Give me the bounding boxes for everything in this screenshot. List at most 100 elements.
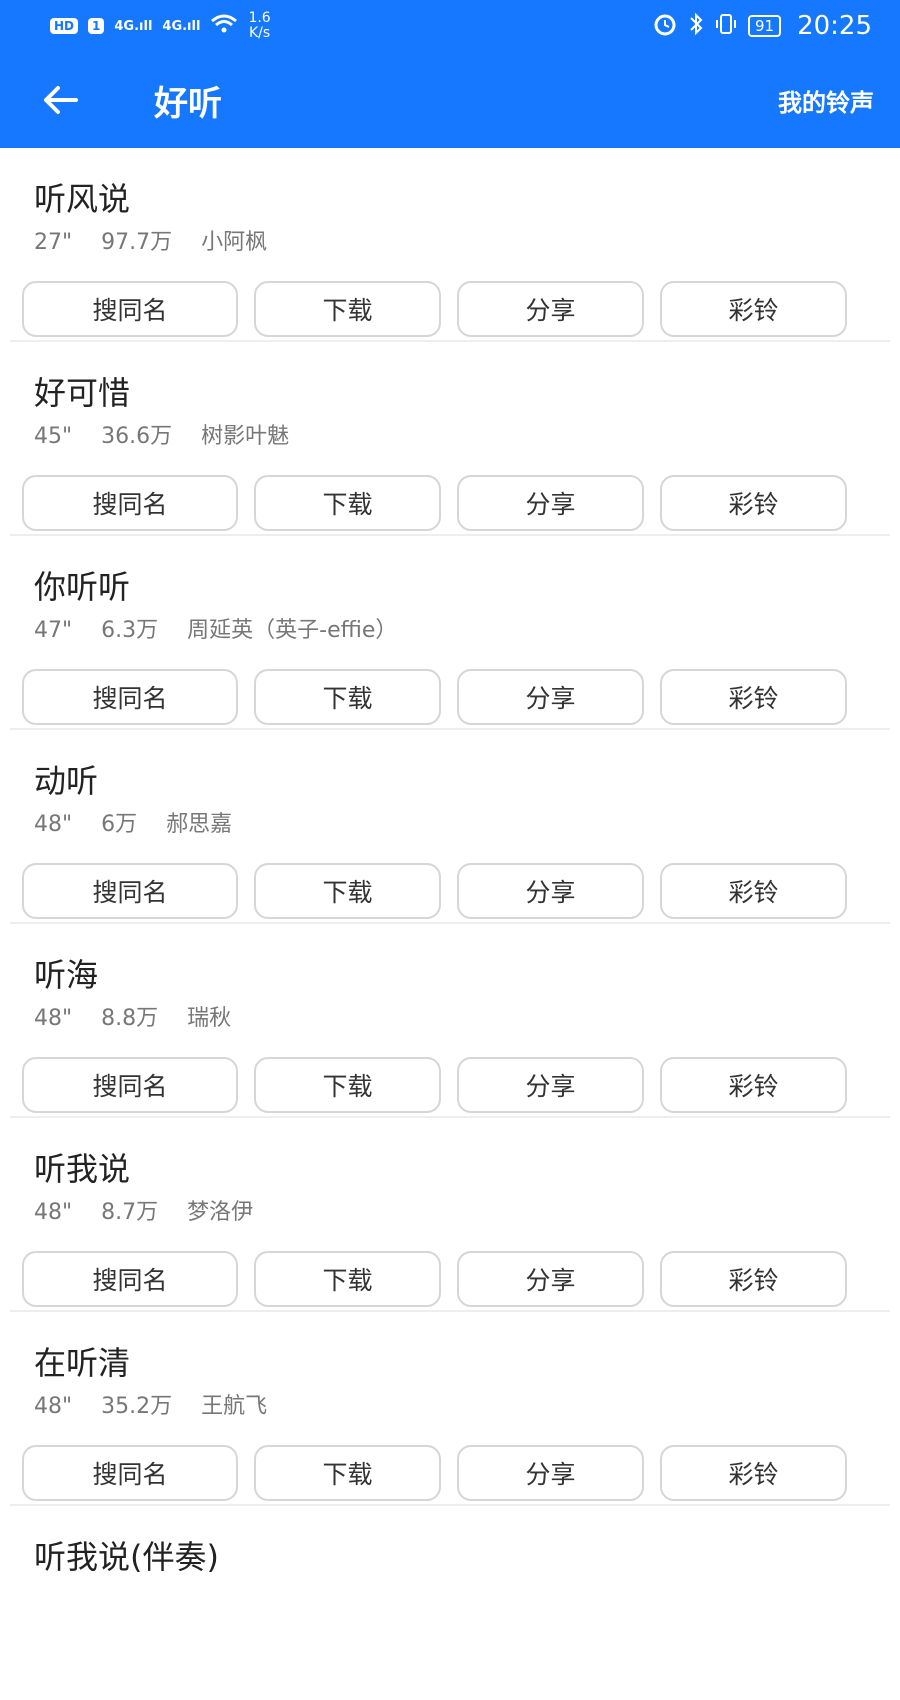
song-title: 听我说(伴奏) [34,1538,219,1576]
song-artist: 树影叶魅 [201,424,290,449]
song-title: 你听听 [34,568,131,606]
download-button[interactable]: 下载 [254,1251,441,1307]
song-plays: 6万 [101,812,138,837]
download-button[interactable]: 下载 [254,281,441,337]
song-plays: 97.7万 [101,230,173,255]
song-title: 听我说 [34,1150,131,1188]
action-buttons: 搜同名 下载 分享 彩铃 [22,1251,847,1307]
song-duration: 48" [34,1006,73,1031]
search-same-name-button[interactable]: 搜同名 [22,1057,238,1113]
bluetooth-icon [688,12,704,41]
song-plays: 8.7万 [101,1200,159,1225]
vibrate-icon [714,12,738,41]
ringback-button[interactable]: 彩铃 [660,1251,847,1307]
song-artist: 周延英（英子-effie） [187,618,398,643]
download-button[interactable]: 下载 [254,669,441,725]
my-ringtones-link[interactable]: 我的铃声 [778,83,874,118]
song-duration: 48" [34,812,73,837]
song-plays: 36.6万 [101,424,173,449]
hd-badge: HD [50,18,79,34]
speed-value: 1.6 [248,10,271,26]
list-item[interactable]: 动听 48" 6万 郝思嘉 搜同名 下载 分享 彩铃 [10,730,890,924]
song-plays: 6.3万 [101,618,159,643]
download-button[interactable]: 下载 [254,1445,441,1501]
song-title: 动听 [34,762,99,800]
action-buttons: 搜同名 下载 分享 彩铃 [22,1445,847,1501]
song-artist: 小阿枫 [201,230,268,255]
signal-icon: 4G.ıll [114,18,153,34]
list-item[interactable]: 听我说 48" 8.7万 梦洛伊 搜同名 下载 分享 彩铃 [10,1118,890,1312]
list-item[interactable]: 听海 48" 8.8万 瑞秋 搜同名 下载 分享 彩铃 [10,924,890,1118]
action-buttons: 搜同名 下载 分享 彩铃 [22,281,847,337]
song-artist: 瑞秋 [187,1006,232,1031]
song-title: 听风说 [34,180,131,218]
action-buttons: 搜同名 下载 分享 彩铃 [22,1057,847,1113]
search-same-name-button[interactable]: 搜同名 [22,281,238,337]
song-artist: 郝思嘉 [166,812,233,837]
ringtone-list: 听风说 27" 97.7万 小阿枫 搜同名 下载 分享 彩铃 好可惜 45" 3… [0,148,900,1700]
share-button[interactable]: 分享 [457,1057,644,1113]
ringback-button[interactable]: 彩铃 [660,669,847,725]
back-arrow-icon[interactable] [38,78,82,122]
search-same-name-button[interactable]: 搜同名 [22,669,238,725]
song-duration: 48" [34,1200,73,1225]
song-meta: 48" 8.7万 梦洛伊 [34,1194,275,1226]
share-button[interactable]: 分享 [457,475,644,531]
share-button[interactable]: 分享 [457,1445,644,1501]
song-title: 在听清 [34,1344,131,1382]
song-title: 好可惜 [34,374,131,412]
song-duration: 45" [34,424,73,449]
search-same-name-button[interactable]: 搜同名 [22,475,238,531]
download-button[interactable]: 下载 [254,1057,441,1113]
page-title: 好听 [154,83,222,124]
ringback-button[interactable]: 彩铃 [660,1445,847,1501]
ringback-button[interactable]: 彩铃 [660,863,847,919]
song-duration: 27" [34,230,73,255]
network-speed: 1.6 K/s [248,11,270,41]
ringback-button[interactable]: 彩铃 [660,1057,847,1113]
song-duration: 48" [34,1394,73,1419]
song-title: 听海 [34,956,99,994]
list-item[interactable]: 听我说(伴奏) [10,1506,890,1700]
sim-badge: 1 [88,18,105,34]
download-button[interactable]: 下载 [254,863,441,919]
song-meta: 27" 97.7万 小阿枫 [34,224,289,256]
search-same-name-button[interactable]: 搜同名 [22,863,238,919]
song-meta: 45" 36.6万 树影叶魅 [34,418,311,450]
share-button[interactable]: 分享 [457,1251,644,1307]
song-artist: 梦洛伊 [187,1200,254,1225]
wifi-icon [210,14,238,39]
song-meta: 47" 6.3万 周延英（英子-effie） [34,612,419,644]
download-button[interactable]: 下载 [254,475,441,531]
alarm-icon [652,12,678,41]
share-button[interactable]: 分享 [457,281,644,337]
list-item[interactable]: 你听听 47" 6.3万 周延英（英子-effie） 搜同名 下载 分享 彩铃 [10,536,890,730]
status-left: HD 1 4G.ıll 4G.ıll 1.6 K/s [50,11,271,41]
share-button[interactable]: 分享 [457,863,644,919]
song-meta: 48" 6万 郝思嘉 [34,806,254,838]
song-plays: 8.8万 [101,1006,159,1031]
share-button[interactable]: 分享 [457,669,644,725]
song-artist: 王航飞 [201,1394,268,1419]
song-plays: 35.2万 [101,1394,173,1419]
list-item[interactable]: 好可惜 45" 36.6万 树影叶魅 搜同名 下载 分享 彩铃 [10,342,890,536]
list-item[interactable]: 听风说 27" 97.7万 小阿枫 搜同名 下载 分享 彩铃 [10,148,890,342]
ringback-button[interactable]: 彩铃 [660,475,847,531]
ringback-button[interactable]: 彩铃 [660,281,847,337]
app-bar: 好听 我的铃声 [0,52,900,148]
status-right: 91 20:25 [652,11,872,41]
action-buttons: 搜同名 下载 分享 彩铃 [22,863,847,919]
list-item[interactable]: 在听清 48" 35.2万 王航飞 搜同名 下载 分享 彩铃 [10,1312,890,1506]
clock: 20:25 [797,11,872,41]
search-same-name-button[interactable]: 搜同名 [22,1445,238,1501]
signal-icon-2: 4G.ıll [162,18,201,34]
battery-indicator: 91 [747,15,782,37]
song-meta: 48" 35.2万 王航飞 [34,1388,289,1420]
speed-unit: K/s [248,25,271,41]
song-meta: 48" 8.8万 瑞秋 [34,1000,253,1032]
search-same-name-button[interactable]: 搜同名 [22,1251,238,1307]
action-buttons: 搜同名 下载 分享 彩铃 [22,475,847,531]
status-bar: HD 1 4G.ıll 4G.ıll 1.6 K/s 91 20:25 [0,0,900,52]
action-buttons: 搜同名 下载 分享 彩铃 [22,669,847,725]
song-duration: 47" [34,618,73,643]
